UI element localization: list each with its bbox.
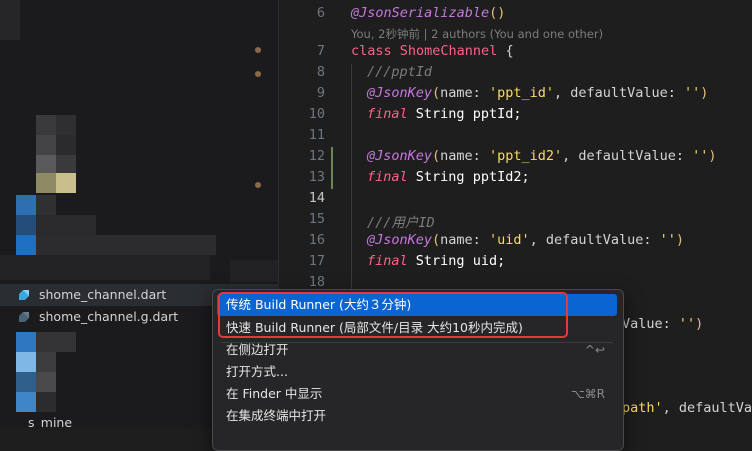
shortcut-label: ^↩ — [584, 343, 605, 357]
modified-indicator — [255, 182, 261, 188]
line-number: 18 — [308, 274, 325, 290]
code-line-13: final String pptId2; — [367, 169, 530, 185]
code-line-8: ///pptId — [367, 64, 433, 80]
modified-indicator — [255, 71, 261, 77]
code-line-17: final String uid; — [367, 253, 506, 269]
line-number: 14 — [308, 190, 325, 206]
dart-icon — [19, 290, 29, 300]
code-line-6: @JsonSerializable() — [351, 5, 506, 21]
line-number: 16 — [308, 232, 325, 248]
line-number: 15 — [308, 211, 325, 227]
code-line-16: @JsonKey(name: 'uid', defaultValue: '') — [367, 232, 685, 248]
code-line-12: @JsonKey(name: 'ppt_id2', defaultValue: … — [367, 148, 717, 164]
line-number: 13 — [308, 169, 325, 185]
pixelated-region — [0, 0, 278, 282]
line-number: 10 — [308, 106, 325, 122]
git-blame-annotation: You, 2秒钟前 | 2 authors (You and one other… — [351, 27, 604, 41]
dart-icon — [19, 312, 29, 322]
file-name: shome_channel.dart — [39, 287, 167, 302]
modified-indicator — [255, 47, 261, 53]
line-number: 6 — [316, 5, 325, 21]
folder-name: s_mine — [28, 415, 73, 428]
line-number: 17 — [308, 253, 325, 269]
code-line-15: ///用户ID — [367, 215, 435, 231]
menu-item-open-to-side[interactable]: 在侧边打开 ^↩ — [217, 339, 617, 361]
line-number: 12 — [308, 148, 325, 164]
code-line-9: @JsonKey(name: 'ppt_id', defaultValue: '… — [367, 85, 709, 101]
change-indicator — [331, 147, 333, 189]
line-number: 7 — [316, 43, 325, 59]
line-number: 11 — [308, 127, 325, 143]
code-fragment: path', defaultVa — [622, 400, 752, 416]
line-number: 8 — [316, 64, 325, 80]
annotation-highlight-box — [218, 292, 568, 338]
code-fragment: Value: '') — [622, 316, 704, 332]
menu-item-open-with[interactable]: 打开方式... — [217, 361, 617, 383]
menu-item-reveal-in-finder[interactable]: 在 Finder 中显示 ⌥⌘R — [217, 383, 617, 405]
code-line-10: final String pptId; — [367, 106, 522, 122]
shortcut-label: ⌥⌘R — [570, 387, 605, 401]
menu-item-open-in-terminal[interactable]: 在集成终端中打开 — [217, 405, 617, 427]
line-number: 9 — [316, 85, 325, 101]
file-name: shome_channel.g.dart — [39, 309, 179, 324]
code-line-7: class ShomeChannel { — [351, 43, 514, 59]
